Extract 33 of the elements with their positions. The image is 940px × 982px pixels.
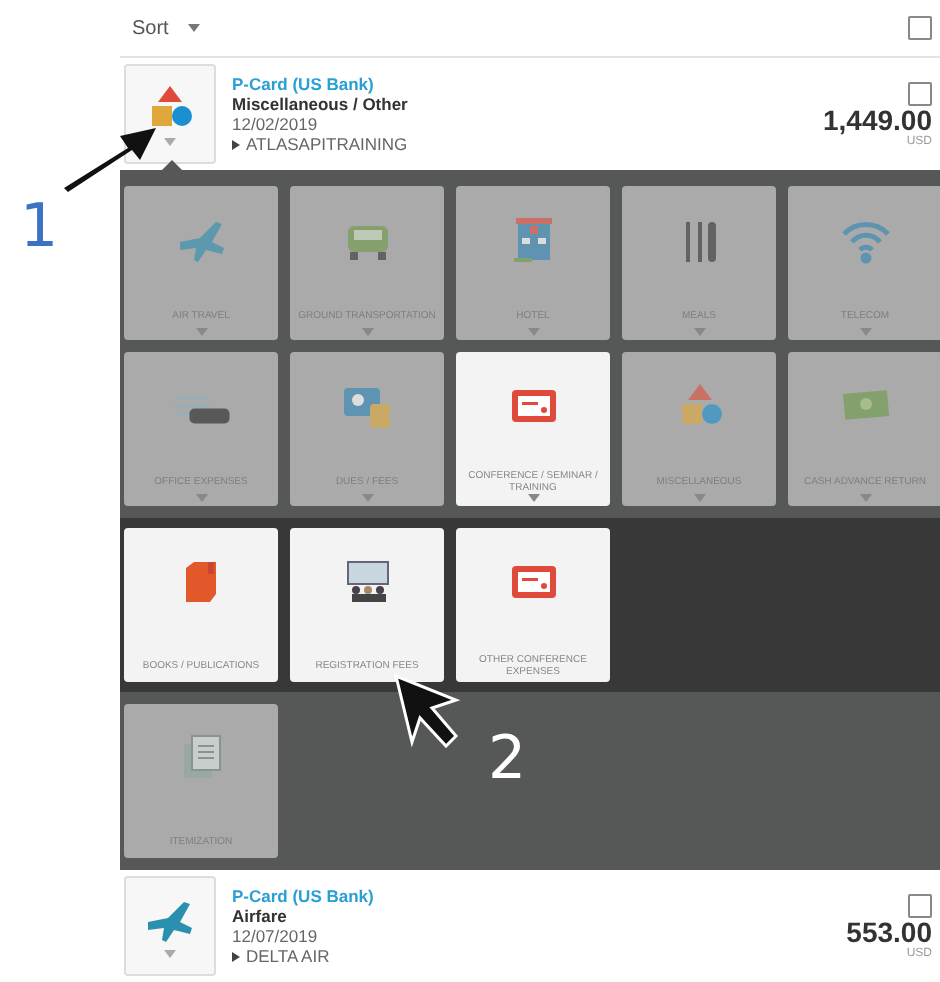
caret-icon	[859, 494, 871, 502]
date-text: 12/07/2019	[232, 926, 320, 946]
category-button[interactable]	[124, 64, 216, 164]
caret-icon	[164, 950, 176, 958]
caret-icon	[361, 494, 373, 502]
checkbox[interactable]	[908, 81, 932, 105]
caret-icon	[195, 328, 207, 336]
select-all-checkbox[interactable]	[908, 16, 932, 40]
step-number: 1	[20, 192, 59, 262]
caret-icon	[164, 138, 176, 146]
expense-type: Miscellaneous / Other	[232, 94, 408, 114]
triangle-icon	[232, 951, 240, 961]
arrow-icon	[60, 124, 160, 192]
amount: 553.00	[846, 917, 932, 947]
caret-icon	[693, 494, 705, 502]
merchant-text: DELTA AIR	[246, 946, 330, 966]
caret-icon	[195, 494, 207, 502]
step-number: 2	[488, 724, 527, 794]
caret-icon	[361, 328, 373, 336]
caret-icon	[693, 328, 705, 336]
caret-icon	[527, 494, 539, 502]
checkbox[interactable]	[908, 893, 932, 917]
amount: 1,449.00	[823, 105, 932, 135]
sort-dropdown[interactable]: Sort	[132, 17, 201, 39]
caret-icon	[859, 328, 871, 336]
card-name-link[interactable]: P-Card (US Bank)	[232, 74, 408, 94]
caret-icon	[188, 24, 201, 32]
triangle-icon	[232, 139, 240, 149]
expense-type: Airfare	[232, 906, 289, 926]
caret-icon	[527, 328, 539, 336]
card-name-link[interactable]: P-Card (US Bank)	[232, 886, 374, 906]
date-text: 12/02/2019	[232, 114, 320, 134]
merchant-text: ATLASAPITRAINING	[246, 134, 408, 154]
